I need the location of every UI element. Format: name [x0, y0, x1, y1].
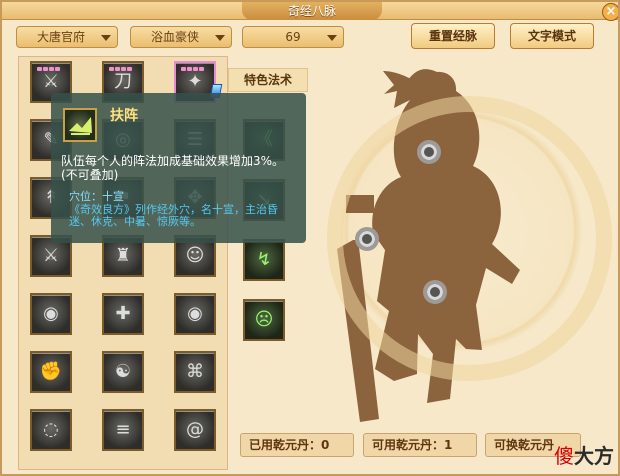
level-dropdown-value: 69: [285, 30, 301, 44]
special-spells-label: 特色法术: [228, 68, 308, 92]
skill-level-pips: [37, 56, 65, 71]
skill-level-pips: [109, 56, 137, 71]
sect-dropdown[interactable]: 大唐官府: [16, 26, 118, 48]
tooltip-skill-name: 扶阵: [110, 108, 138, 124]
acupoint-arm[interactable]: [355, 227, 379, 251]
chevron-down-icon: [101, 35, 111, 41]
level-pip: [181, 67, 186, 71]
skill-slot-21[interactable]: @: [174, 409, 216, 451]
used-qianyuan-label: 已用乾元丹：0: [240, 433, 354, 457]
skill-level-pips: [181, 56, 209, 71]
level-pip: [187, 67, 192, 71]
text-mode-button[interactable]: 文字模式: [510, 23, 594, 49]
sect-dropdown-value: 大唐官府: [37, 30, 86, 44]
skill-slot-15[interactable]: ◉: [174, 293, 216, 335]
orb-icon: ◌: [43, 419, 59, 440]
watermark: 傻大方: [554, 440, 614, 469]
available-qianyuan-label: 可用乾元丹：1: [363, 433, 477, 457]
skill-slot-17[interactable]: ☯: [102, 351, 144, 393]
special-spell-slot-4[interactable]: ☹: [243, 299, 285, 341]
skill-slot-13[interactable]: ◉: [30, 293, 72, 335]
tiger-face-icon: ☹: [254, 309, 274, 330]
watermark-black-text: 大方: [574, 444, 614, 468]
level-pip: [115, 67, 120, 71]
swirl-icon: @: [186, 419, 204, 440]
tooltip-description: 队伍每个人的阵法加成基础效果增加3%。(不可叠加): [61, 154, 285, 182]
character-silhouette-area: [316, 50, 612, 425]
acupoint-head[interactable]: [417, 140, 441, 164]
window-title: 奇经八脉: [242, 2, 382, 20]
formation-icon: [63, 108, 97, 142]
special-spell-slot-3[interactable]: ↯: [243, 239, 285, 281]
chevron-down-icon: [327, 35, 337, 41]
fist-icon: ✊: [39, 361, 63, 382]
eye-icon: ◉: [187, 303, 203, 324]
reset-meridian-button[interactable]: 重置经脉: [411, 23, 495, 49]
chevron-down-icon: [215, 35, 225, 41]
level-pip: [193, 67, 198, 71]
skill-slot-14[interactable]: ✚: [102, 293, 144, 335]
level-pip: [37, 67, 42, 71]
banner-stack-icon: ≡: [115, 419, 131, 440]
spiral-icon: ◉: [43, 303, 59, 324]
watermark-red-char: 傻: [554, 444, 574, 468]
level-pip: [199, 67, 204, 71]
level-pip: [55, 67, 60, 71]
title-bar: 奇经八脉 ×: [2, 2, 618, 21]
level-pip: [121, 67, 126, 71]
skill-tooltip: 扶阵 队伍每个人的阵法加成基础效果增加3%。(不可叠加) 穴位：十宣 《奇效良方…: [51, 93, 306, 243]
level-pip: [109, 67, 114, 71]
monk-icon: ☯: [114, 361, 132, 382]
skill-slot-18[interactable]: ⌘: [174, 351, 216, 393]
blade-flash-icon: ↯: [256, 249, 272, 270]
jingmai-window: 奇经八脉 × 大唐官府 浴血豪侠 69 重置经脉 文字模式 ⚔刀✦✎◎☰↟⚑✥⚔…: [0, 0, 620, 476]
level-pip: [49, 67, 54, 71]
skill-slot-19[interactable]: ◌: [30, 409, 72, 451]
skill-slot-16[interactable]: ✊: [30, 351, 72, 393]
skill-slot-20[interactable]: ≡: [102, 409, 144, 451]
horn-icon: ⌘: [186, 361, 204, 382]
strike-icon: ✚: [115, 303, 131, 324]
acupoint-waist[interactable]: [423, 280, 447, 304]
school-dropdown-value: 浴血豪侠: [151, 30, 200, 44]
school-dropdown[interactable]: 浴血豪侠: [130, 26, 232, 48]
tooltip-acupoint: 穴位：十宣: [69, 190, 124, 203]
tooltip-acupoint-detail: 《奇效良方》列作经外穴，名十宣，主治昏迷、休克、中暑、惊厥等。: [69, 203, 278, 228]
level-pip: [43, 67, 48, 71]
level-pip: [127, 67, 132, 71]
level-dropdown[interactable]: 69: [242, 26, 344, 48]
close-button[interactable]: ×: [602, 3, 618, 21]
